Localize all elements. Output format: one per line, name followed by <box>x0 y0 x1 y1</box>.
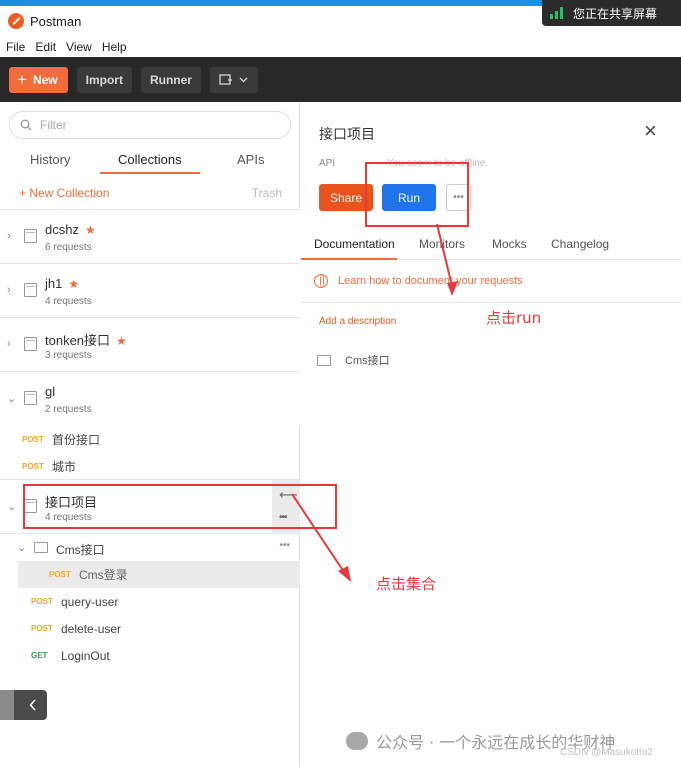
annotation-click-collection: 点击集合 <box>376 575 437 593</box>
annotation-click-run: 点击run <box>486 309 542 327</box>
annotation-arrows <box>291 223 458 582</box>
arrowhead-icon <box>338 566 351 582</box>
csdn-watermark: CSDN @Masukotto2 <box>560 747 653 758</box>
wechat-icon <box>346 732 368 750</box>
arrowhead-icon <box>447 281 458 296</box>
